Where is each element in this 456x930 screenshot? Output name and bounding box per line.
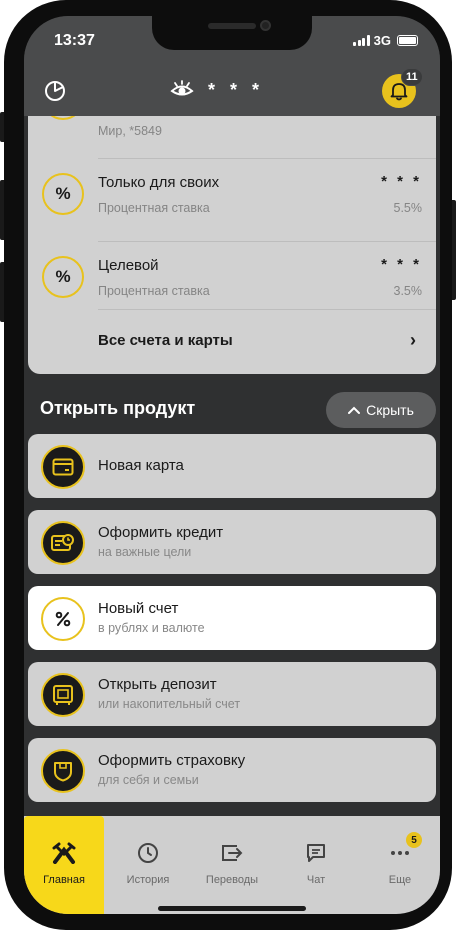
account-row[interactable]: % Только для своих Процентная ставка * *… <box>28 159 436 241</box>
divider <box>98 309 436 310</box>
product-subtitle: или накопительный счет <box>98 697 241 711</box>
product-subtitle: в рублях и валюте <box>98 621 205 635</box>
tab-label: Главная <box>43 874 85 886</box>
account-subtitle: Мир, *5849 <box>98 124 162 138</box>
network-type: 3G <box>373 33 391 48</box>
pie-chart-icon[interactable] <box>42 78 68 104</box>
app-header: * * * 11 <box>24 68 440 116</box>
tab-chat[interactable]: Чат <box>276 816 356 914</box>
product-subtitle: для себя и семьи <box>98 773 199 787</box>
tab-label: Чат <box>306 874 326 886</box>
card-icon <box>41 445 85 489</box>
account-amount: * * * <box>381 173 422 190</box>
status-indicators: 3G <box>353 33 418 48</box>
product-subtitle: на важные цели <box>98 545 192 559</box>
product-insurance[interactable]: Оформить страховку для себя и семьи <box>28 738 436 802</box>
account-caption: Процентная ставка <box>98 201 210 215</box>
tab-home[interactable]: Главная <box>24 816 104 914</box>
percent-icon <box>41 597 85 641</box>
account-rate: 5.5% <box>393 201 423 215</box>
shield-icon <box>41 749 85 793</box>
product-new-card[interactable]: Новая карта <box>28 434 436 498</box>
product-credit[interactable]: Оформить кредит на важные цели <box>28 510 436 574</box>
clock-icon <box>135 840 161 866</box>
account-caption: Процентная ставка <box>98 284 210 298</box>
hide-label: Скрыть <box>366 402 414 418</box>
percent-icon: % <box>42 256 84 298</box>
notifications-button[interactable]: 11 <box>382 68 423 108</box>
account-rate: 3.5% <box>393 284 423 298</box>
product-title: Оформить страховку <box>98 752 246 769</box>
app-screen: 13:37 3G * * * 11 Мир, *5849 % Только дл… <box>24 16 440 914</box>
tab-label: История <box>126 874 170 886</box>
all-accounts-link[interactable]: Все счета и карты <box>98 332 233 349</box>
credit-icon <box>41 521 85 565</box>
eye-icon[interactable] <box>170 80 194 100</box>
tab-more[interactable]: 5 Еще <box>360 816 440 914</box>
notification-badge: 11 <box>401 68 423 86</box>
chevron-right-icon[interactable]: › <box>410 330 416 351</box>
open-product-title: Открыть продукт <box>40 398 196 418</box>
battery-icon <box>397 35 418 46</box>
safe-icon <box>41 673 85 717</box>
percent-icon: % <box>42 173 84 215</box>
tab-label: Переводы <box>205 874 259 886</box>
product-deposit[interactable]: Открыть депозит или накопительный счет <box>28 662 436 726</box>
product-title: Открыть депозит <box>98 676 217 693</box>
device-bezel: 13:37 3G * * * 11 Мир, *5849 % Только дл… <box>4 0 452 930</box>
notch <box>152 16 312 50</box>
hide-products-button[interactable]: Скрыть <box>326 392 436 428</box>
account-name: Только для своих <box>98 174 220 191</box>
account-row[interactable]: % Целевой Процентная ставка * * * 3.5% <box>28 242 436 324</box>
hidden-balance[interactable]: * * * <box>208 80 264 101</box>
product-title: Новый счет <box>98 600 179 617</box>
tab-label: Еще <box>388 874 412 886</box>
product-title: Оформить кредит <box>98 524 224 541</box>
raiffeisen-logo-icon <box>51 840 77 866</box>
chat-icon <box>303 840 329 866</box>
chevron-up-icon <box>348 406 361 414</box>
front-camera <box>260 20 271 31</box>
account-amount: * * * <box>381 256 422 273</box>
home-indicator <box>158 906 306 911</box>
product-new-account[interactable]: Новый счет в рублях и валюте <box>28 586 436 650</box>
transfer-icon <box>219 840 245 866</box>
accounts-card: Мир, *5849 % Только для своих Процентная… <box>28 78 436 374</box>
speaker <box>208 23 256 29</box>
signal-icon <box>353 35 370 46</box>
status-time: 13:37 <box>54 32 95 49</box>
phone-frame: 13:37 3G * * * 11 Мир, *5849 % Только дл… <box>0 0 456 930</box>
bottom-tab-bar: Главная История Переводы Чат 5 Еще <box>24 816 440 914</box>
more-badge: 5 <box>406 832 422 848</box>
tab-transfers[interactable]: Переводы <box>192 816 272 914</box>
product-title: Новая карта <box>98 457 184 474</box>
account-name: Целевой <box>98 257 159 274</box>
tab-history[interactable]: История <box>108 816 188 914</box>
